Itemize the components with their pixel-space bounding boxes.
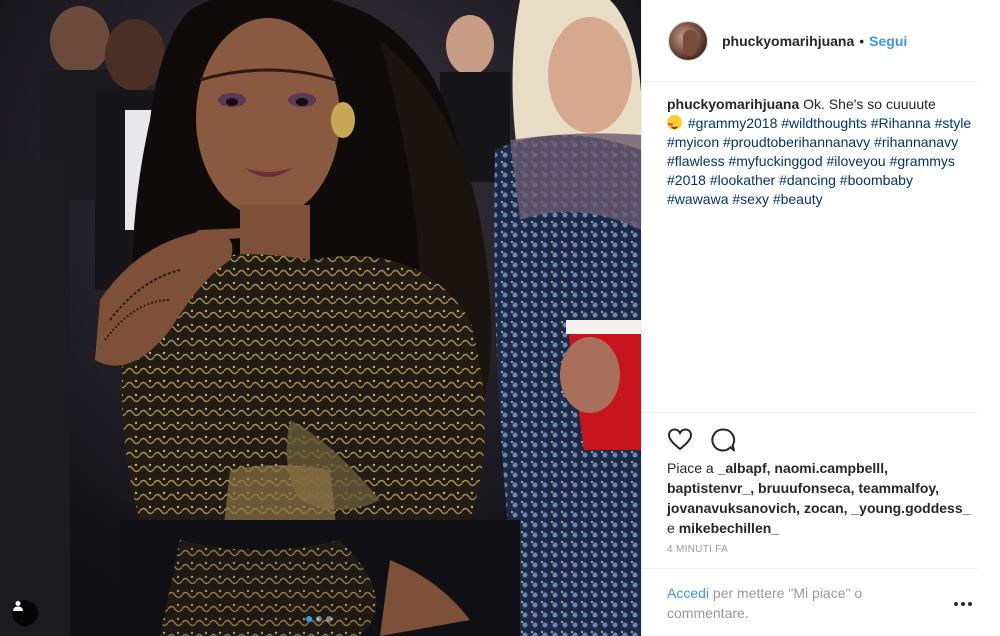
heart-eyes-emoji-icon bbox=[667, 115, 682, 135]
post-photo[interactable] bbox=[0, 0, 641, 636]
likes-conjunction: e bbox=[667, 520, 675, 536]
likes-prefix: Piace a bbox=[667, 460, 714, 476]
caption-author[interactable]: phuckyomarihjuana bbox=[667, 96, 799, 112]
avatar[interactable] bbox=[668, 20, 708, 61]
carousel-indicator bbox=[306, 616, 332, 622]
caption-hashtags[interactable]: #grammy2018 #wildthoughts #Rihanna #styl… bbox=[667, 115, 971, 207]
carousel-dot bbox=[316, 616, 322, 622]
separator-dot: • bbox=[859, 32, 865, 49]
post-header: phuckyomarihjuana • Segui bbox=[642, 0, 977, 82]
carousel-dot bbox=[326, 616, 332, 622]
last-liker[interactable]: mikebechillen_ bbox=[679, 520, 779, 536]
carousel-dot bbox=[306, 616, 312, 622]
comment-area: Accedi per mettere "Mi piace" o commenta… bbox=[642, 568, 977, 636]
comment-icon[interactable] bbox=[710, 427, 736, 453]
photo-illustration bbox=[0, 0, 641, 636]
likes-summary: Piace a _albapf, naomi.campbelll, baptis… bbox=[667, 458, 972, 538]
follow-button[interactable]: Segui bbox=[869, 33, 907, 49]
post-side-panel: phuckyomarihjuana • Segui phuckyomarihju… bbox=[641, 0, 1000, 636]
tagged-user-icon[interactable] bbox=[12, 600, 38, 626]
post-timestamp[interactable]: 4 MINUTI FA bbox=[667, 544, 728, 555]
heart-icon[interactable] bbox=[667, 427, 693, 453]
post-caption: phuckyomarihjuana Ok. She's so cuuuute #… bbox=[667, 95, 972, 209]
more-options-icon[interactable] bbox=[954, 599, 974, 609]
login-link[interactable]: Accedi bbox=[667, 585, 709, 601]
caption-text: Ok. She's so cuuuute bbox=[803, 96, 936, 112]
login-prompt: Accedi per mettere "Mi piace" o commenta… bbox=[667, 583, 907, 623]
author-username[interactable]: phuckyomarihjuana bbox=[722, 33, 854, 49]
action-bar bbox=[642, 412, 977, 462]
